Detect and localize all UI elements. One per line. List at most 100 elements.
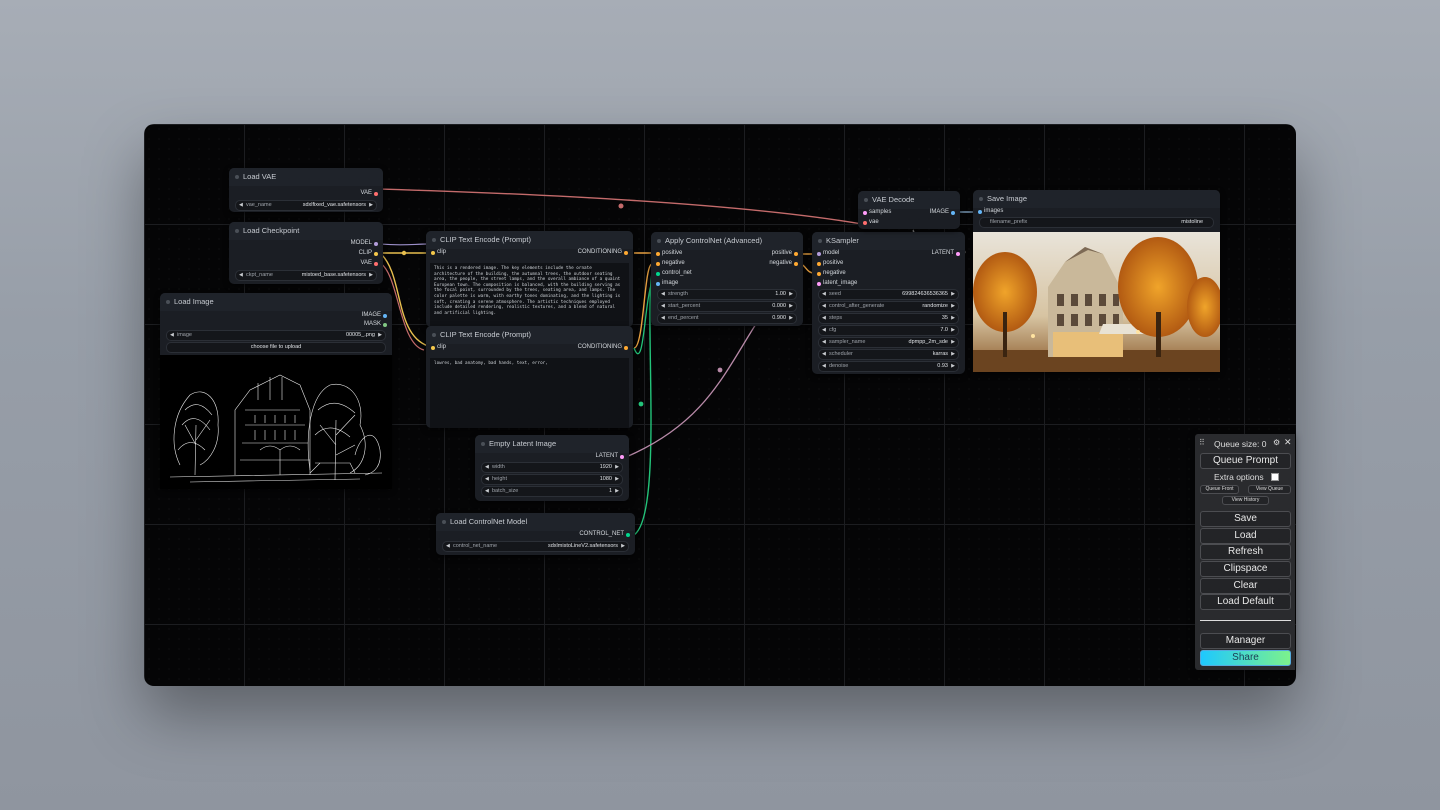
output-clip[interactable]: CLIP <box>359 249 378 258</box>
arrow-right-icon[interactable]: ▶ <box>951 338 955 347</box>
slot-dot[interactable] <box>374 241 378 246</box>
clear-button[interactable]: Clear <box>1200 578 1291 594</box>
prompt-textarea[interactable]: This is a rendered image. The key elemen… <box>430 263 629 327</box>
arrow-right-icon[interactable]: ▶ <box>789 314 793 323</box>
arrow-left-icon[interactable]: ◀ <box>822 302 826 311</box>
slot-dot[interactable] <box>978 209 982 214</box>
output-conditioning[interactable]: CONDITIONING <box>578 343 628 352</box>
output-vae[interactable]: VAE <box>360 189 378 198</box>
slot-dot[interactable] <box>863 220 867 225</box>
arrow-left-icon[interactable]: ◀ <box>822 350 826 359</box>
widget-batch-size[interactable]: ◀ batch_size 1 ▶ <box>481 486 623 497</box>
close-icon[interactable]: ✕ <box>1284 437 1292 448</box>
arrow-left-icon[interactable]: ◀ <box>661 314 665 323</box>
load-default-button[interactable]: Load Default <box>1200 594 1291 610</box>
arrow-right-icon[interactable]: ▶ <box>951 290 955 299</box>
arrow-left-icon[interactable]: ◀ <box>661 290 665 299</box>
slot-dot[interactable] <box>383 322 387 327</box>
slot-dot[interactable] <box>620 454 624 459</box>
arrow-right-icon[interactable]: ▶ <box>951 350 955 359</box>
widget-start-percent[interactable]: ◀ start_percent 0.000 ▶ <box>657 301 797 312</box>
node-title[interactable]: Load Image <box>160 293 392 311</box>
widget-height[interactable]: ◀ height 1080 ▶ <box>481 474 623 485</box>
slot-dot[interactable] <box>374 191 378 196</box>
graph-canvas[interactable]: Load VAE VAE ◀ vae_name sdxlfixed_vae.safe… <box>144 124 1296 686</box>
output-image[interactable]: IMAGE <box>930 208 955 217</box>
input-image[interactable]: image <box>656 279 678 288</box>
input-clip[interactable]: clip <box>431 343 446 352</box>
arrow-right-icon[interactable]: ▶ <box>615 475 619 484</box>
slot-dot[interactable] <box>431 250 435 255</box>
slot-dot[interactable] <box>817 281 821 286</box>
slot-dot[interactable] <box>794 251 798 256</box>
widget-image[interactable]: ◀ image 00005_.png ▶ <box>166 330 386 341</box>
arrow-left-icon[interactable]: ◀ <box>485 487 489 496</box>
widget-control-after-generate[interactable]: ◀ control_after_generate randomize ▶ <box>818 301 959 312</box>
upload-button[interactable]: choose file to upload <box>166 342 386 353</box>
widget-control-net-name[interactable]: ◀ control_net_name sdxlmistoLineV2.safeten… <box>442 541 629 552</box>
node-ksampler[interactable]: KSampler model positive negative latent_… <box>812 232 965 374</box>
node-title[interactable]: Load Checkpoint <box>229 222 383 240</box>
arrow-right-icon[interactable]: ▶ <box>621 542 625 551</box>
arrow-left-icon[interactable]: ◀ <box>822 362 826 371</box>
slot-dot[interactable] <box>383 313 387 318</box>
node-load-controlnet[interactable]: Load ControlNet Model CONTROL_NET ◀ contr… <box>436 513 635 555</box>
arrow-left-icon[interactable]: ◀ <box>822 290 826 299</box>
widget-steps[interactable]: ◀ steps 35 ▶ <box>818 313 959 324</box>
input-control-net[interactable]: control_net <box>656 269 692 278</box>
input-model[interactable]: model <box>817 249 839 258</box>
arrow-right-icon[interactable]: ▶ <box>369 271 373 280</box>
queue-prompt-button[interactable]: Queue Prompt <box>1200 453 1291 469</box>
widget-seed[interactable]: ◀ seed 699824636536365 ▶ <box>818 289 959 300</box>
input-latent-image[interactable]: latent_image <box>817 279 857 288</box>
save-button[interactable]: Save <box>1200 511 1291 527</box>
output-model[interactable]: MODEL <box>351 239 378 248</box>
input-samples[interactable]: samples <box>863 208 891 217</box>
node-title[interactable]: Save Image <box>973 190 1220 208</box>
input-vae[interactable]: vae <box>863 218 879 227</box>
node-vae-decode[interactable]: VAE Decode samples vae IMAGE <box>858 191 960 229</box>
view-queue-button[interactable]: View Queue <box>1248 485 1291 494</box>
arrow-right-icon[interactable]: ▶ <box>789 302 793 311</box>
widget-vae-name[interactable]: ◀ vae_name sdxlfixed_vae.safetensors ▶ <box>235 200 377 211</box>
slot-dot[interactable] <box>374 261 378 266</box>
arrow-left-icon[interactable]: ◀ <box>170 331 174 340</box>
slot-dot[interactable] <box>374 251 378 256</box>
arrow-right-icon[interactable]: ▶ <box>951 302 955 311</box>
arrow-left-icon[interactable]: ◀ <box>661 302 665 311</box>
manager-button[interactable]: Manager <box>1200 633 1291 649</box>
arrow-left-icon[interactable]: ◀ <box>822 326 826 335</box>
widget-width[interactable]: ◀ width 1920 ▶ <box>481 462 623 473</box>
slot-dot[interactable] <box>817 261 821 266</box>
arrow-left-icon[interactable]: ◀ <box>485 475 489 484</box>
arrow-left-icon[interactable]: ◀ <box>239 201 243 210</box>
negative-prompt-textarea[interactable]: lowres, bad anatomy, bad hands, text, er… <box>430 358 629 428</box>
arrow-left-icon[interactable]: ◀ <box>239 271 243 280</box>
slot-dot[interactable] <box>626 532 630 537</box>
slot-dot[interactable] <box>863 210 867 215</box>
slot-dot[interactable] <box>656 271 660 276</box>
node-load-image[interactable]: Load Image IMAGE MASK ◀ image 00005_.png ▶ … <box>160 293 392 489</box>
refresh-button[interactable]: Refresh <box>1200 544 1291 560</box>
gear-icon[interactable]: ⚙ <box>1273 438 1280 447</box>
node-title[interactable]: CLIP Text Encode (Prompt) <box>426 326 633 344</box>
arrow-right-icon[interactable]: ▶ <box>615 463 619 472</box>
output-vae[interactable]: VAE <box>360 259 378 268</box>
share-button[interactable]: Share <box>1200 650 1291 666</box>
slot-dot[interactable] <box>817 271 821 276</box>
output-conditioning[interactable]: CONDITIONING <box>578 248 628 257</box>
output-control-net[interactable]: CONTROL_NET <box>579 530 630 539</box>
slot-dot[interactable] <box>956 251 960 256</box>
arrow-left-icon[interactable]: ◀ <box>822 338 826 347</box>
arrow-left-icon[interactable]: ◀ <box>446 542 450 551</box>
node-load-checkpoint[interactable]: Load Checkpoint MODEL CLIP VAE ◀ ckpt_nam… <box>229 222 383 284</box>
input-negative[interactable]: negative <box>656 259 685 268</box>
node-apply-controlnet[interactable]: Apply ControlNet (Advanced) positive neg… <box>651 232 803 326</box>
drag-handle-icon[interactable]: ⠿ <box>1199 438 1205 447</box>
input-images[interactable]: images <box>978 207 1003 216</box>
widget-end-percent[interactable]: ◀ end_percent 0.900 ▶ <box>657 313 797 324</box>
arrow-right-icon[interactable]: ▶ <box>369 201 373 210</box>
extra-options-checkbox[interactable] <box>1271 473 1279 481</box>
slot-dot[interactable] <box>624 250 628 255</box>
node-load-vae[interactable]: Load VAE VAE ◀ vae_name sdxlfixed_vae.safe… <box>229 168 383 212</box>
